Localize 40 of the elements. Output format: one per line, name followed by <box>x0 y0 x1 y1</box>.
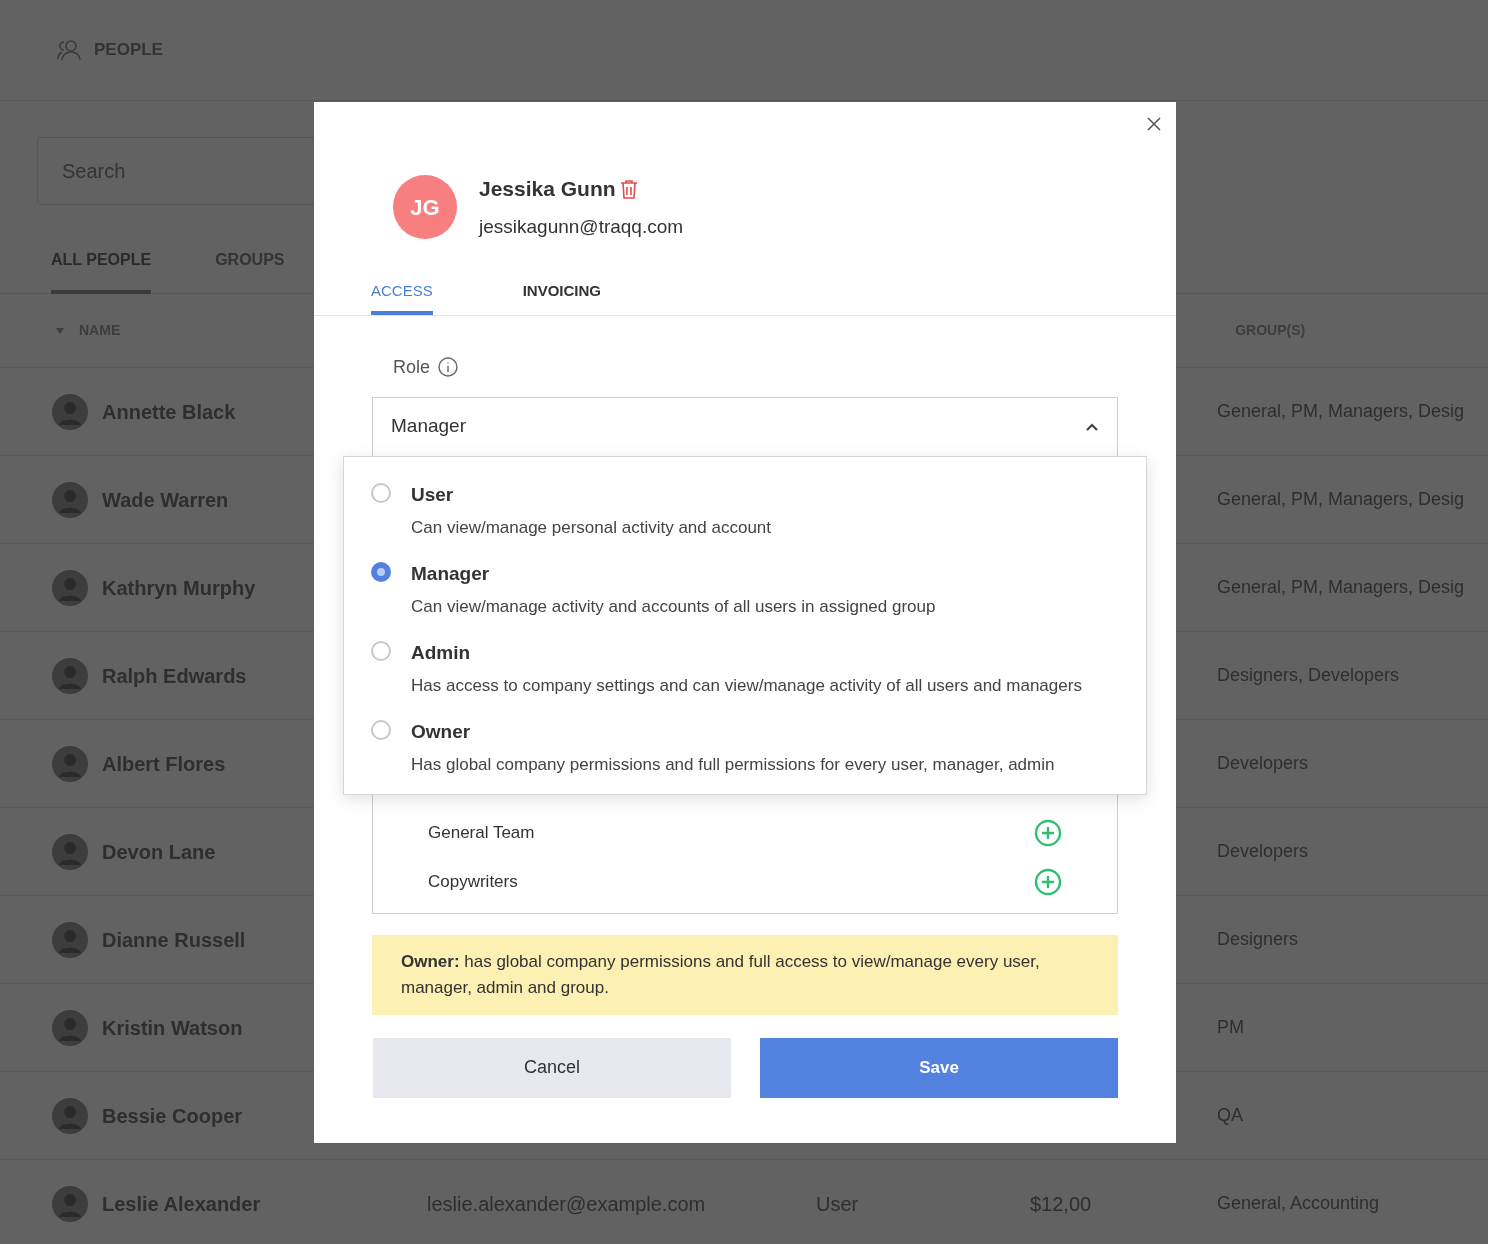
avatar-icon <box>52 569 88 606</box>
radio-button[interactable] <box>371 640 391 661</box>
cancel-button[interactable]: Cancel <box>373 1037 731 1098</box>
option-description: Has access to company settings and can view/manage activity of all users and managers <box>411 675 1082 697</box>
owner-notice: Owner: has global company permissions and full access to view/manage every user, manager, admin and group. <box>372 934 1118 1015</box>
info-icon[interactable] <box>438 357 459 377</box>
dialog-tab[interactable]: ACCESS <box>371 280 433 315</box>
avatar-icon <box>52 921 88 958</box>
option-title[interactable]: Owner <box>411 717 1055 746</box>
sort-caret-icon[interactable] <box>55 326 65 335</box>
group-name: General Team <box>428 822 535 845</box>
avatar-icon <box>52 481 88 518</box>
option-description: Can view/manage activity and accounts of all users in assigned group <box>411 596 936 618</box>
avatar-icon <box>52 745 88 782</box>
people-icon <box>56 39 82 61</box>
avatar-icon <box>52 1009 88 1046</box>
avatar-icon <box>52 833 88 870</box>
radio-button[interactable] <box>371 482 391 503</box>
add-icon[interactable] <box>1034 868 1062 896</box>
option-title[interactable]: User <box>411 480 772 509</box>
trash-icon[interactable] <box>619 178 638 199</box>
avatar-icon <box>52 1185 88 1222</box>
save-button[interactable]: Save <box>760 1037 1118 1098</box>
user-avatar: JG <box>393 175 457 239</box>
dialog-tab[interactable]: INVOICING <box>522 280 602 315</box>
group-name: Copywriters <box>428 871 518 894</box>
user-name: Jessika Gunn <box>479 176 616 202</box>
avatar-icon <box>52 1097 88 1134</box>
add-icon[interactable] <box>1034 819 1062 847</box>
option-description: Has global company permissions and full permissions for every user, manager, admin <box>411 754 1055 776</box>
option-description: Can view/manage personal activity and account <box>411 517 772 539</box>
avatar-icon <box>52 393 88 430</box>
radio-button[interactable] <box>371 719 391 740</box>
option-title[interactable]: Manager <box>411 559 936 588</box>
avatar-icon <box>52 657 88 694</box>
role-label: Role <box>393 355 431 379</box>
radio-button[interactable] <box>371 561 391 582</box>
option-title[interactable]: Admin <box>411 638 1082 667</box>
close-icon[interactable] <box>1146 116 1162 132</box>
user-email: jessikagunn@traqq.com <box>479 214 684 239</box>
